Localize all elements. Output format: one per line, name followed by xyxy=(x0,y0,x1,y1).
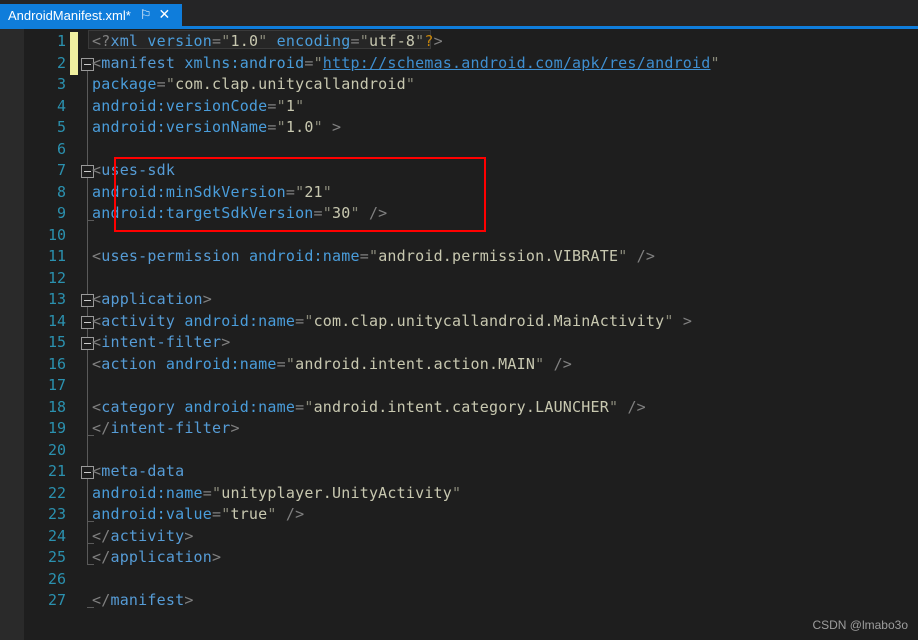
code-line[interactable]: <action android:name="android.intent.act… xyxy=(92,355,572,373)
line-number: 14 xyxy=(47,311,66,330)
code-line[interactable]: </activity> xyxy=(92,527,194,545)
line-number: 10 xyxy=(47,225,66,244)
code-line[interactable]: <uses-permission android:name="android.p… xyxy=(92,247,655,265)
code-line[interactable]: android:versionCode="1" xyxy=(92,97,304,115)
line-number: 6 xyxy=(56,139,66,158)
code-line[interactable]: android:versionName="1.0" > xyxy=(92,118,341,136)
line-number: 25 xyxy=(47,548,66,566)
pin-icon[interactable]: ⚐ xyxy=(140,9,152,22)
line-number: 27 xyxy=(47,591,66,609)
editor-surface[interactable]: 1 2 3 4 5 6 7 8 9 10 11 12 13 14 15 16 17 18 19 20 21 22 23 24 2… xyxy=(0,29,918,640)
code-line[interactable]: <application> xyxy=(92,290,212,308)
code-line[interactable]: android:minSdkVersion="21" xyxy=(92,183,332,201)
line-number: 23 xyxy=(47,505,66,523)
line-number: 3 xyxy=(56,75,66,93)
line-number: 19 xyxy=(47,419,66,437)
line-number: 8 xyxy=(56,182,66,201)
line-number: 26 xyxy=(47,569,66,588)
code-line[interactable]: </manifest> xyxy=(92,591,194,609)
line-number: 12 xyxy=(47,268,66,287)
code-line[interactable]: <intent-filter> xyxy=(92,333,230,351)
fold-guide-line xyxy=(87,349,88,435)
line-number: 22 xyxy=(47,483,66,502)
line-number: 2 xyxy=(56,53,66,72)
close-icon[interactable]: ✕ xyxy=(158,8,170,22)
code-line[interactable]: <category android:name="android.intent.c… xyxy=(92,398,646,416)
line-number: 1 xyxy=(56,32,66,50)
line-number: 11 xyxy=(47,247,66,265)
code-line[interactable]: </intent-filter> xyxy=(92,419,240,437)
line-number: 5 xyxy=(56,118,66,136)
line-number: 18 xyxy=(47,397,66,416)
selection-margin xyxy=(0,29,24,640)
line-number: 16 xyxy=(47,354,66,373)
code-line[interactable]: android:targetSdkVersion="30" /> xyxy=(92,204,387,222)
code-line[interactable]: <activity android:name="com.clap.unityca… xyxy=(92,312,692,330)
line-number: 20 xyxy=(47,440,66,459)
line-number: 9 xyxy=(56,204,66,222)
watermark: CSDN @lmabo3o xyxy=(812,618,908,632)
line-number: 17 xyxy=(47,376,66,394)
code-editor-window: AndroidManifest.xml* ⚐ ✕ 1 2 3 4 5 6 7 8 9 10 11 12… xyxy=(0,0,918,640)
tab-label: AndroidManifest.xml* xyxy=(8,7,131,23)
line-number: 4 xyxy=(56,96,66,115)
fold-guide-line xyxy=(87,177,88,220)
tab-strip: AndroidManifest.xml* ⚐ ✕ xyxy=(0,0,918,26)
code-line[interactable]: android:value="true" /> xyxy=(92,505,304,523)
line-number: 24 xyxy=(47,526,66,545)
code-line[interactable]: <?xml version="1.0" encoding="utf-8"?> xyxy=(92,32,443,50)
line-number: 15 xyxy=(47,333,66,351)
code-line[interactable]: package="com.clap.unitycallandroid" xyxy=(92,75,415,93)
code-line[interactable]: <uses-sdk xyxy=(92,161,175,179)
line-number: 21 xyxy=(47,462,66,480)
code-line[interactable]: <manifest xmlns:android="http://schemas.… xyxy=(92,54,720,72)
line-number: 7 xyxy=(56,161,66,179)
tab-androidmanifest-xml[interactable]: AndroidManifest.xml* ⚐ ✕ xyxy=(0,4,182,26)
line-number: 13 xyxy=(47,290,66,308)
change-indicator-bar xyxy=(70,32,78,75)
fold-guide-line xyxy=(87,478,88,521)
code-line[interactable]: android:name="unityplayer.UnityActivity" xyxy=(92,484,461,502)
code-line[interactable]: </application> xyxy=(92,548,221,566)
code-line[interactable]: <meta-data xyxy=(92,462,184,480)
